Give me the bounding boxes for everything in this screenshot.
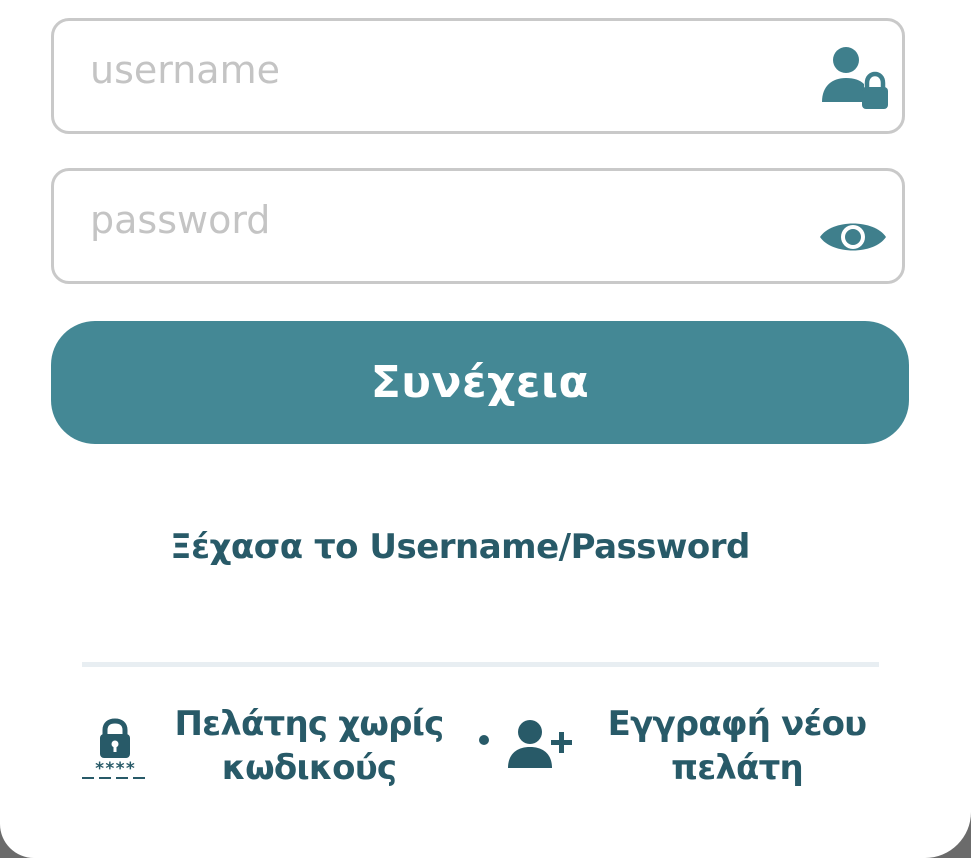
customer-without-codes-label: Πελάτης χωρίς κωδικούς [174, 704, 445, 788]
username-field[interactable] [51, 15, 905, 134]
divider [82, 662, 879, 667]
svg-text:****: **** [95, 759, 136, 779]
register-new-customer-label: Εγγραφή νέου πελάτη [607, 704, 867, 788]
password-field[interactable] [51, 165, 905, 284]
register-new-customer-option[interactable]: Εγγραφή νέου πελάτη [505, 698, 875, 798]
separator-dot [479, 735, 489, 745]
username-input[interactable] [90, 15, 790, 125]
continue-button[interactable]: Συνέχεια [51, 321, 909, 444]
forgot-credentials-link[interactable]: Ξέχασα το Username/Password [0, 527, 920, 567]
eye-icon[interactable] [818, 215, 888, 259]
user-plus-icon [508, 720, 572, 768]
login-card: Συνέχεια Ξέχασα το Username/Password ***… [0, 0, 971, 858]
lock-stars-icon: **** [82, 718, 148, 779]
user-lock-icon [822, 47, 888, 109]
password-input[interactable] [90, 165, 790, 275]
customer-without-codes-option[interactable]: **** Πελάτης χωρίς κωδικούς [78, 698, 458, 798]
